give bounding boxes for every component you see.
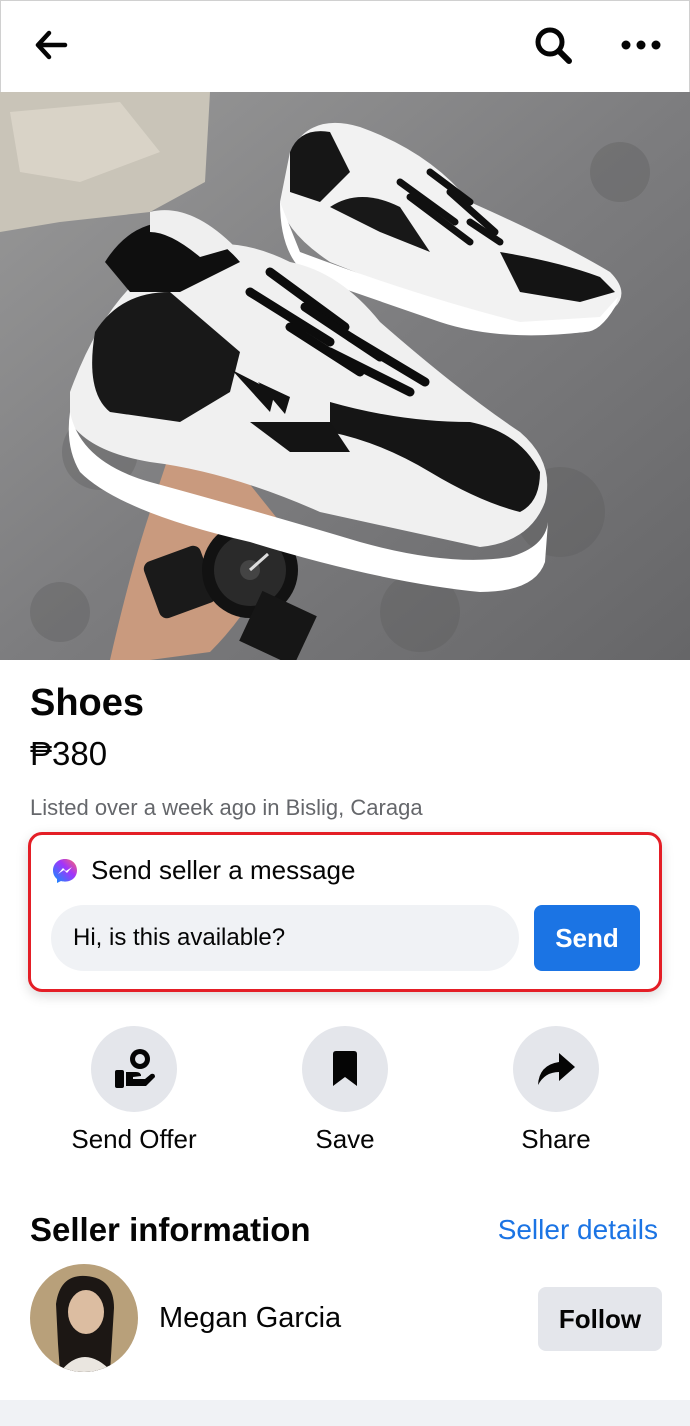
save-circle	[302, 1026, 388, 1112]
listing-price: ₱380	[30, 735, 108, 772]
avatar[interactable]	[30, 1264, 138, 1372]
search-button[interactable]	[523, 19, 583, 71]
seller-details-link[interactable]: Seller details	[498, 1214, 658, 1246]
listing-meta: Listed over a week ago in Bislig, Caraga	[30, 795, 423, 820]
send-offer-button[interactable]: Send Offer	[49, 1026, 219, 1155]
send-offer-icon	[115, 1049, 155, 1088]
top-bar	[0, 0, 690, 92]
messenger-icon	[53, 858, 77, 883]
save-button[interactable]: Save	[260, 1026, 430, 1155]
share-icon	[538, 1053, 575, 1085]
send-message-card: Send seller a message Hi, is this availa…	[28, 832, 662, 992]
send-button[interactable]: Send	[534, 905, 640, 971]
share-button[interactable]: Share	[471, 1026, 641, 1155]
seller-info-heading: Seller information	[30, 1211, 311, 1248]
more-options-button[interactable]	[611, 19, 671, 71]
bookmark-icon	[333, 1051, 357, 1086]
action-row: Send Offer Save Share	[0, 1026, 690, 1166]
message-header: Send seller a message	[51, 855, 355, 886]
follow-button[interactable]: Follow	[538, 1287, 662, 1351]
message-input[interactable]: Hi, is this available?	[51, 905, 519, 971]
seller-name[interactable]: Megan Garcia	[159, 1302, 341, 1335]
arrow-left-icon	[35, 30, 68, 60]
message-heading: Send seller a message	[91, 855, 356, 885]
share-label: Share	[521, 1124, 591, 1154]
listing-title: Shoes	[30, 682, 145, 724]
send-offer-circle	[91, 1026, 177, 1112]
sneaker-product-photo[interactable]	[0, 92, 690, 660]
bottom-divider	[0, 1400, 690, 1426]
back-button[interactable]	[23, 21, 79, 69]
send-offer-label: Send Offer	[71, 1124, 197, 1154]
search-icon	[535, 27, 572, 64]
more-horizontal-icon	[621, 40, 661, 50]
share-circle	[513, 1026, 599, 1112]
save-label: Save	[315, 1124, 375, 1154]
